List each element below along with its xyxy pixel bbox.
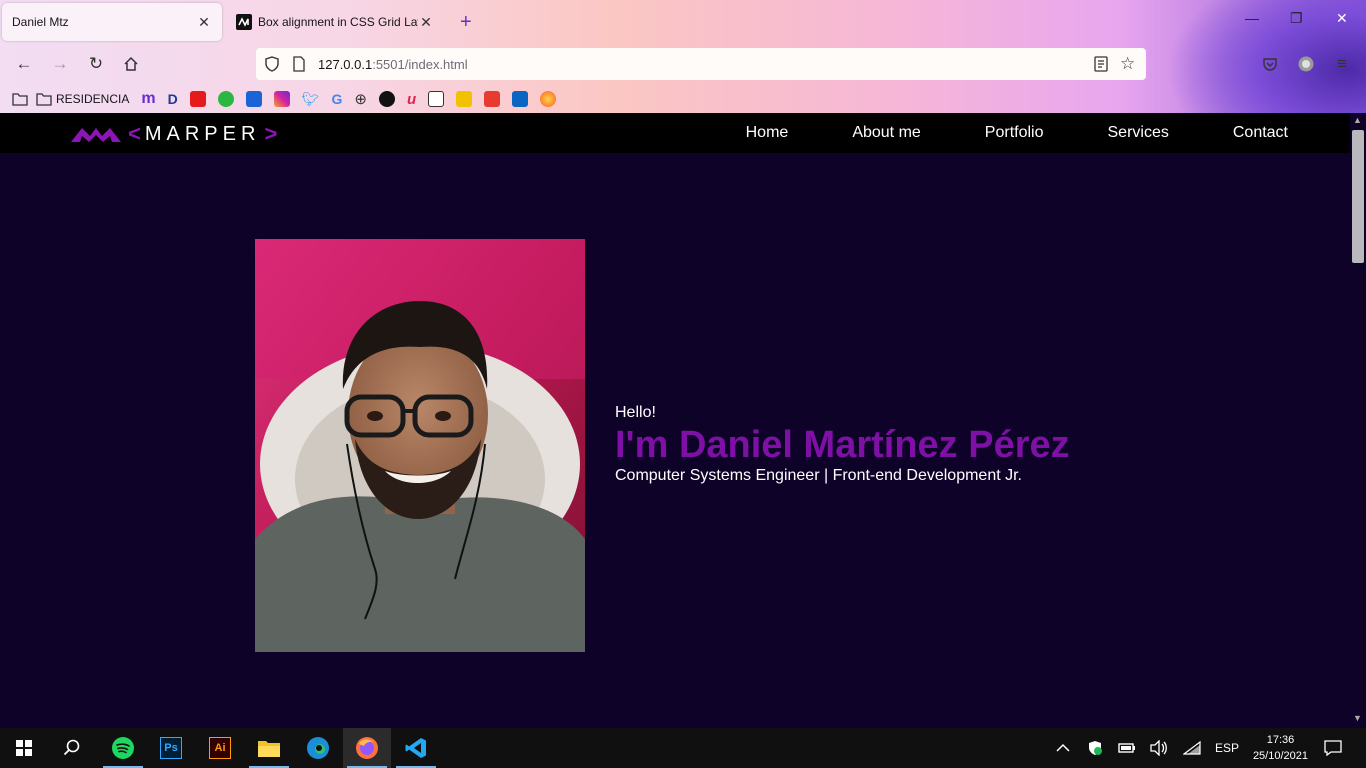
hero-text: Hello! I'm Daniel Martínez Pérez Compute… bbox=[615, 404, 1070, 485]
bookmark-whatsapp-icon[interactable] bbox=[217, 91, 234, 107]
profile-photo bbox=[255, 239, 585, 652]
windows-start-icon[interactable] bbox=[0, 728, 48, 768]
restore-icon[interactable]: ❐ bbox=[1290, 10, 1303, 27]
nav-portfolio[interactable]: Portfolio bbox=[985, 124, 1044, 142]
logo-right-bracket: > bbox=[264, 121, 278, 146]
url-host: 127.0.0.1 bbox=[318, 56, 373, 72]
security-shield-icon[interactable] bbox=[1087, 728, 1103, 768]
reload-icon[interactable]: ↻ bbox=[86, 54, 106, 74]
browser-chrome: Daniel Mtz ✕ Box alignment in CSS Grid L… bbox=[0, 0, 1366, 113]
bookmark-youtube-icon[interactable] bbox=[189, 91, 206, 107]
page-scrollbar[interactable]: ▲ ▼ bbox=[1350, 113, 1366, 728]
bookmark-notes-icon[interactable] bbox=[428, 91, 445, 107]
file-explorer-icon[interactable] bbox=[245, 728, 293, 768]
tab-title: Box alignment in CSS Grid Layo bbox=[258, 15, 418, 29]
nav-about-me[interactable]: About me bbox=[852, 124, 920, 142]
clock-time: 17:36 bbox=[1266, 734, 1295, 746]
home-icon[interactable] bbox=[121, 54, 141, 74]
hero-role: Computer Systems Engineer | Front-end De… bbox=[615, 467, 1022, 484]
close-window-icon[interactable]: ✕ bbox=[1336, 10, 1348, 27]
bookmark-instagram-icon[interactable] bbox=[273, 91, 290, 107]
bookmark-google-icon[interactable]: G bbox=[332, 91, 343, 107]
mdn-favicon-icon bbox=[236, 14, 252, 30]
bookmark-linkedin-icon[interactable] bbox=[512, 91, 529, 107]
wifi-icon[interactable] bbox=[1183, 728, 1201, 768]
illustrator-icon[interactable]: Ai bbox=[196, 728, 244, 768]
bookmarks-toolbar: RESIDENCIA m D 🐦︎ G ⊕ u bbox=[0, 86, 1366, 112]
page-icon bbox=[292, 56, 306, 75]
scroll-down-icon[interactable]: ▼ bbox=[1353, 713, 1362, 723]
firefox-icon[interactable] bbox=[343, 728, 391, 768]
shield-icon[interactable] bbox=[264, 56, 280, 75]
bookmark-facebook-icon[interactable] bbox=[245, 91, 262, 107]
clock[interactable]: 17:36 25/10/2021 bbox=[1253, 732, 1308, 764]
bookmark-u-icon[interactable]: u bbox=[407, 91, 416, 108]
site-header: < MARPER > Home About me Portfolio Servi… bbox=[0, 113, 1350, 153]
bookmark-residencia[interactable]: RESIDENCIA bbox=[36, 91, 129, 107]
logo-text: MARPER bbox=[144, 122, 261, 145]
tab-box-alignment[interactable]: Box alignment in CSS Grid Layo ✕ bbox=[226, 3, 444, 41]
nav-home[interactable]: Home bbox=[746, 124, 789, 142]
clock-date: 25/10/2021 bbox=[1252, 750, 1308, 762]
scroll-up-icon[interactable]: ▲ bbox=[1353, 115, 1362, 125]
close-tab-icon[interactable]: ✕ bbox=[418, 14, 434, 31]
notification-icon[interactable] bbox=[1324, 728, 1342, 768]
tab-daniel-mtz[interactable]: Daniel Mtz ✕ bbox=[2, 3, 222, 41]
bookmark-yellow-icon[interactable] bbox=[456, 91, 473, 107]
scroll-thumb[interactable] bbox=[1352, 130, 1364, 263]
tab-bar: Daniel Mtz ✕ Box alignment in CSS Grid L… bbox=[0, 0, 1366, 44]
edge-icon[interactable] bbox=[294, 728, 342, 768]
pocket-icon[interactable] bbox=[1260, 54, 1280, 74]
search-icon[interactable] bbox=[48, 728, 96, 768]
extension-icon[interactable] bbox=[1296, 54, 1316, 74]
vscode-icon[interactable] bbox=[392, 728, 440, 768]
new-tab-icon[interactable]: + bbox=[460, 12, 472, 32]
marper-logo-icon bbox=[71, 128, 121, 142]
close-tab-icon[interactable]: ✕ bbox=[196, 14, 212, 31]
back-icon[interactable]: ← bbox=[14, 54, 34, 74]
nav-services[interactable]: Services bbox=[1108, 124, 1169, 142]
bookmark-label: RESIDENCIA bbox=[56, 92, 130, 106]
bookmark-spotify-icon[interactable] bbox=[378, 91, 395, 107]
bookmark-folder-icon[interactable] bbox=[12, 91, 28, 107]
bookmark-twitter-icon[interactable]: 🐦︎ bbox=[302, 91, 320, 107]
hero-name: I'm Daniel Martínez Pérez bbox=[615, 424, 1070, 466]
bookmark-firefox-icon[interactable] bbox=[540, 91, 557, 107]
bookmark-star-icon[interactable]: ☆ bbox=[1120, 54, 1135, 74]
bookmark-red-icon[interactable] bbox=[484, 91, 501, 107]
url-path: :5501/index.html bbox=[372, 56, 468, 72]
photoshop-icon[interactable]: Ps bbox=[147, 728, 195, 768]
hero-greeting: Hello! bbox=[615, 404, 656, 421]
tab-title: Daniel Mtz bbox=[12, 15, 69, 29]
bookmark-globe-icon[interactable]: ⊕ bbox=[354, 91, 367, 108]
volume-icon[interactable] bbox=[1150, 728, 1168, 768]
reader-view-icon[interactable] bbox=[1094, 56, 1108, 75]
taskbar: Ps Ai ESP 17:36 25/10/2021 bbox=[0, 728, 1366, 768]
bookmark-disney-icon[interactable]: D bbox=[168, 91, 178, 107]
minimize-icon[interactable]: — bbox=[1245, 10, 1259, 26]
navigation-bar: ← → ↻ 127.0.0.1:5501/index.html ☆ ≡ bbox=[0, 44, 1366, 84]
site-logo[interactable]: < MARPER > bbox=[70, 121, 277, 147]
menu-hamburger-icon[interactable]: ≡ bbox=[1332, 54, 1352, 74]
url-bar[interactable]: 127.0.0.1:5501/index.html ☆ bbox=[256, 48, 1146, 80]
battery-icon[interactable] bbox=[1118, 728, 1136, 768]
nav-contact[interactable]: Contact bbox=[1233, 124, 1288, 142]
site-nav: Home About me Portfolio Services Contact bbox=[746, 124, 1288, 142]
tray-overflow-icon[interactable] bbox=[1056, 728, 1070, 768]
bookmark-m-icon[interactable]: m bbox=[141, 90, 155, 107]
forward-icon[interactable]: → bbox=[50, 54, 70, 74]
logo-left-bracket: < bbox=[128, 121, 141, 146]
language-indicator[interactable]: ESP bbox=[1215, 728, 1239, 768]
spotify-icon[interactable] bbox=[99, 728, 147, 768]
